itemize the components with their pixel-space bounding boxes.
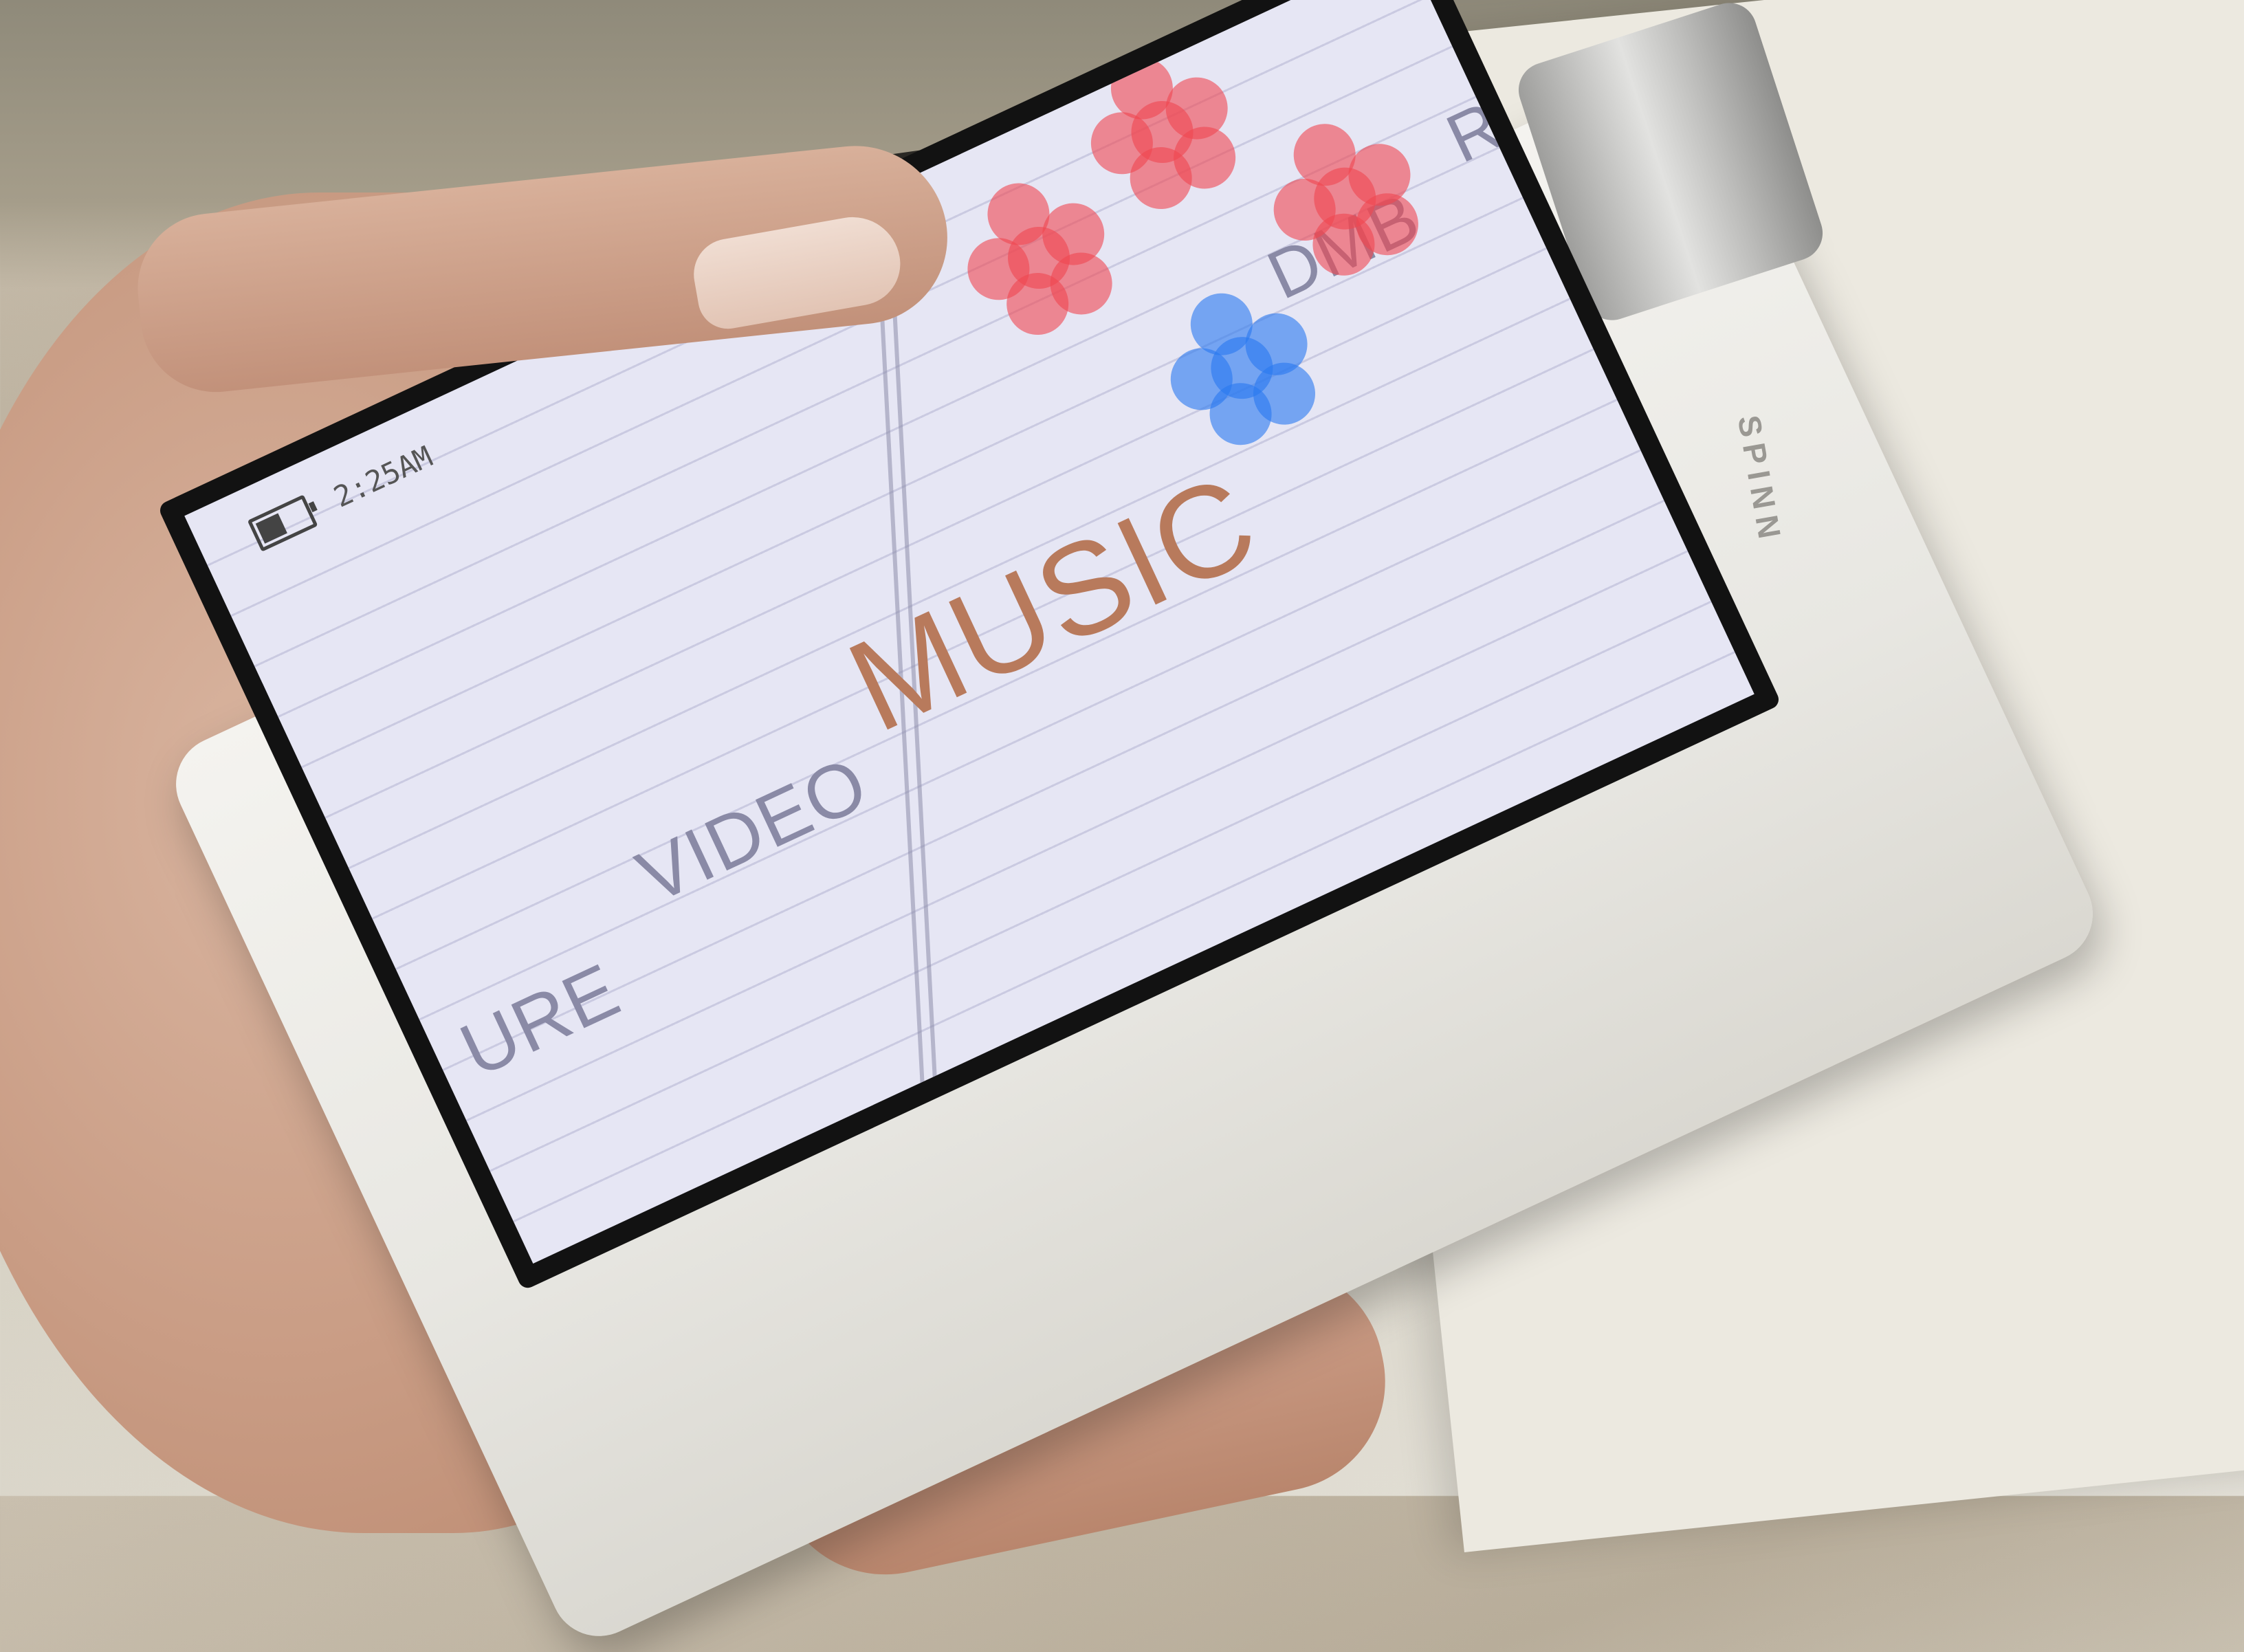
clock: 2:25AM bbox=[328, 439, 438, 514]
battery-icon bbox=[247, 494, 318, 552]
menu-item-video[interactable]: VIDEO bbox=[624, 739, 881, 921]
menu-item-music[interactable]: MUSIC bbox=[827, 445, 1278, 762]
menu-item-picture[interactable]: URE bbox=[448, 946, 633, 1094]
